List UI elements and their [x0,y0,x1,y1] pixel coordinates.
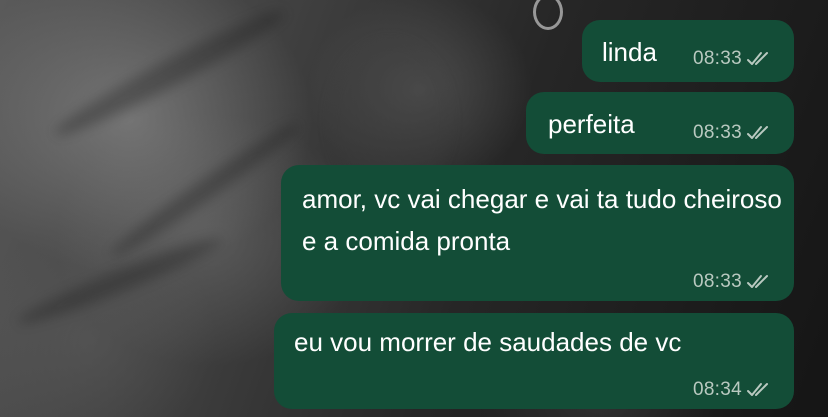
message-list: linda 08:33 perfeita 08:33 amor, vc vai … [0,0,828,417]
message-bubble-outgoing[interactable]: perfeita 08:33 [526,92,794,154]
message-bubble-outgoing[interactable]: amor, vc vai chegar e vai ta tudo cheiro… [281,165,794,301]
message-time: 08:34 [692,379,742,400]
double-check-icon [746,125,772,141]
message-bubble-outgoing[interactable]: eu vou morrer de saudades de vc 08:34 [274,313,794,409]
message-text: amor, vc vai chegar e vai ta tudo cheiro… [302,184,782,256]
message-text: linda [602,37,657,67]
message-time: 08:33 [692,122,742,143]
message-time: 08:33 [692,271,742,292]
message-text: perfeita [548,109,635,139]
double-check-icon [746,274,772,290]
message-text: eu vou morrer de saudades de vc [294,327,682,357]
message-meta: 08:34 [693,379,772,401]
double-check-icon [746,382,772,398]
message-meta: 08:33 [693,48,772,70]
double-check-icon [746,51,772,67]
message-meta: 08:33 [693,271,772,293]
message-time: 08:33 [692,48,742,69]
message-bubble-outgoing[interactable]: linda 08:33 [582,20,794,82]
message-meta: 08:33 [693,122,772,144]
